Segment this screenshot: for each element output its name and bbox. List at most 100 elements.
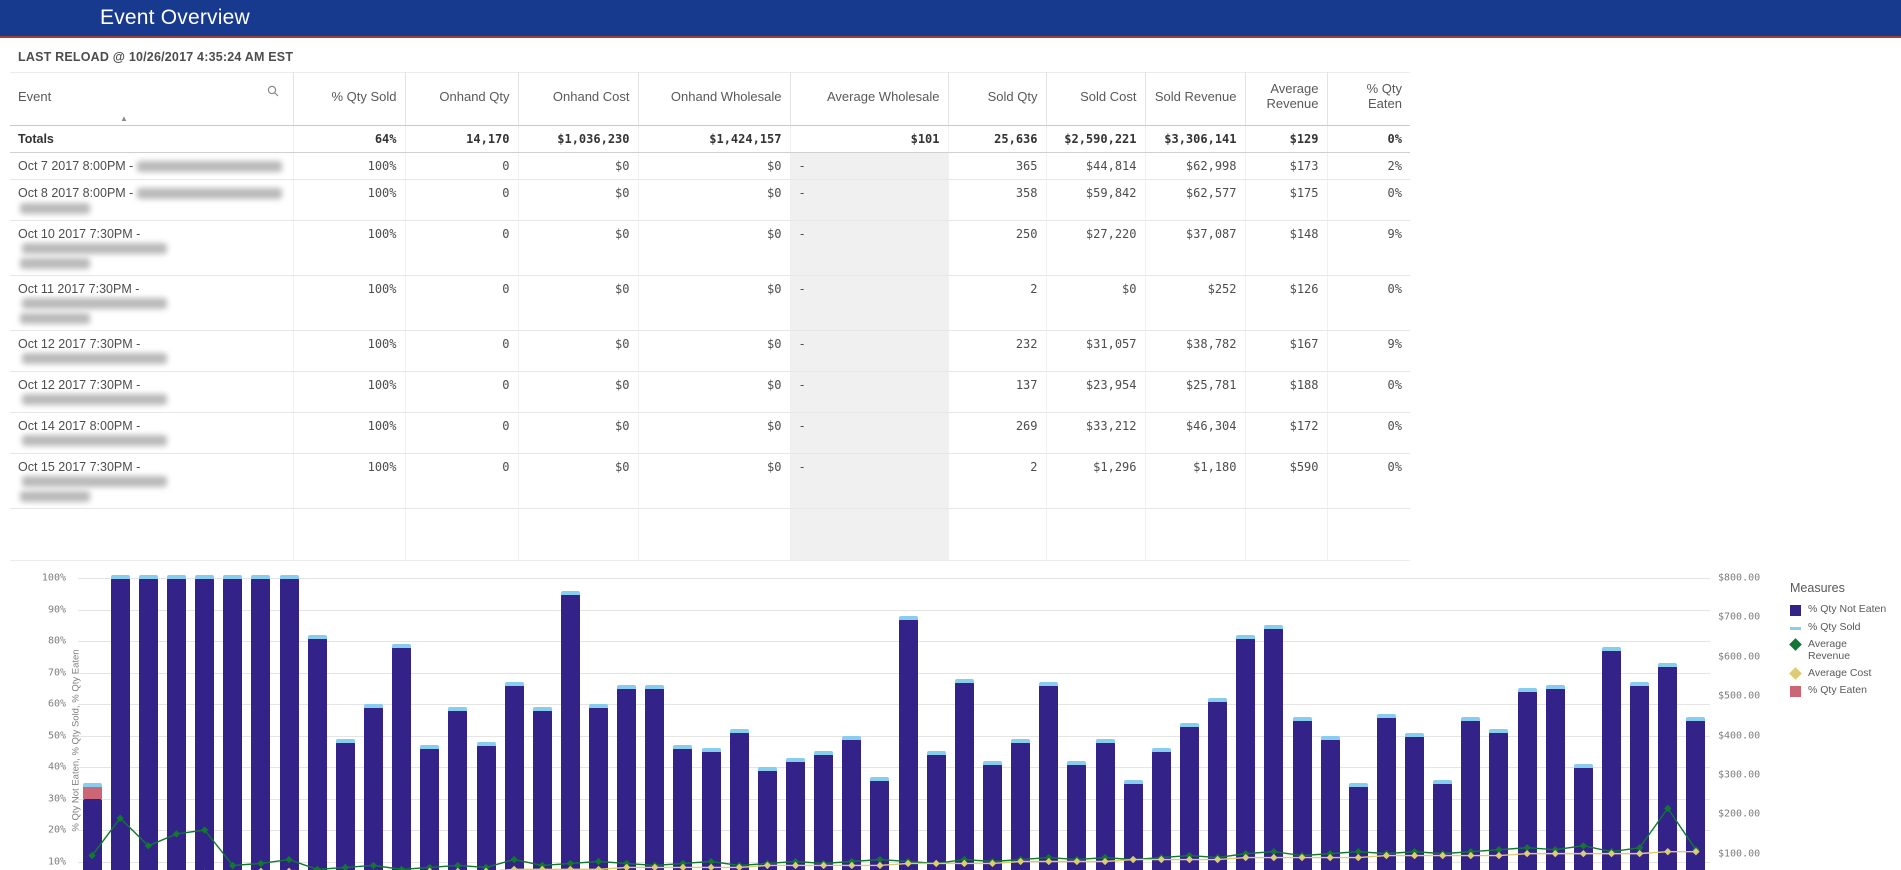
cell-value[interactable]: $0: [518, 180, 638, 221]
cell-value[interactable]: 358: [948, 180, 1046, 221]
average-revenue-line-point[interactable]: [510, 856, 517, 863]
average-cost-line-point[interactable]: [679, 864, 686, 870]
cell-value[interactable]: 2%: [1327, 153, 1410, 180]
average-cost-line-point[interactable]: [510, 866, 517, 870]
cell-value[interactable]: $0: [518, 331, 638, 372]
cell-value[interactable]: 100%: [293, 276, 405, 331]
cell-value[interactable]: $46,304: [1145, 413, 1245, 454]
average-cost-line-point[interactable]: [1664, 848, 1671, 855]
column-header-sold-revenue[interactable]: Sold Revenue: [1145, 73, 1245, 126]
event-cell[interactable]: Oct 14 2017 8:00PM -: [10, 413, 293, 454]
cell-value[interactable]: $172: [1245, 413, 1327, 454]
cell-value[interactable]: 0%: [1327, 413, 1410, 454]
cell-value[interactable]: -: [790, 180, 948, 221]
cell-value[interactable]: $0: [518, 221, 638, 276]
column-header-onhand-wholesale[interactable]: Onhand Wholesale: [638, 73, 790, 126]
cell-value[interactable]: $1,296: [1046, 454, 1145, 509]
cell-value[interactable]: $62,998: [1145, 153, 1245, 180]
event-cell[interactable]: Oct 10 2017 7:30PM -: [10, 221, 293, 276]
column-header-sold-cost[interactable]: Sold Cost: [1046, 73, 1145, 126]
average-revenue-line-point[interactable]: [370, 862, 377, 869]
cell-value[interactable]: $38,782: [1145, 331, 1245, 372]
column-header-onhand-qty[interactable]: Onhand Qty: [405, 73, 518, 126]
average-cost-line-point[interactable]: [1045, 858, 1052, 865]
average-cost-line-point[interactable]: [1552, 850, 1559, 857]
cell-value[interactable]: 137: [948, 372, 1046, 413]
event-cell[interactable]: Oct 11 2017 7:30PM -: [10, 276, 293, 331]
average-cost-line-point[interactable]: [1270, 854, 1277, 861]
average-cost-line-point[interactable]: [623, 864, 630, 870]
cell-value[interactable]: $0: [638, 372, 790, 413]
cell-value[interactable]: $0: [638, 276, 790, 331]
totals-label[interactable]: Totals: [10, 126, 293, 153]
cell-value[interactable]: $148: [1245, 221, 1327, 276]
totals-value[interactable]: $1,424,157: [638, 126, 790, 153]
cell-value[interactable]: $0: [638, 153, 790, 180]
cell-value[interactable]: 0%: [1327, 180, 1410, 221]
totals-value[interactable]: 25,636: [948, 126, 1046, 153]
average-cost-line-point[interactable]: [1580, 850, 1587, 857]
cell-value[interactable]: 100%: [293, 331, 405, 372]
table-row[interactable]: Oct 10 2017 7:30PM -100%0$0$0-250$27,220…: [10, 221, 1410, 276]
cell-value[interactable]: $0: [638, 454, 790, 509]
column-header-average-wholesale[interactable]: Average Wholesale: [790, 73, 948, 126]
legend-item--qty-eaten[interactable]: % Qty Eaten: [1790, 684, 1890, 697]
cell-value[interactable]: 100%: [293, 454, 405, 509]
average-revenue-line-point[interactable]: [342, 864, 349, 870]
average-cost-line-point[interactable]: [1326, 854, 1333, 861]
cell-value[interactable]: 2: [948, 454, 1046, 509]
legend-item-average-revenue[interactable]: Average Revenue: [1790, 638, 1890, 662]
cell-value[interactable]: 100%: [293, 372, 405, 413]
average-cost-line-point[interactable]: [595, 866, 602, 870]
average-cost-line-point[interactable]: [1129, 856, 1136, 863]
cell-value[interactable]: 100%: [293, 153, 405, 180]
cell-value[interactable]: 0: [405, 372, 518, 413]
average-cost-line-point[interactable]: [876, 862, 883, 869]
average-cost-line-point[interactable]: [567, 866, 574, 870]
cell-value[interactable]: $252: [1145, 276, 1245, 331]
column-header-onhand-cost[interactable]: Onhand Cost: [518, 73, 638, 126]
column-header-event[interactable]: Event▲: [10, 73, 293, 126]
cell-value[interactable]: $0: [518, 372, 638, 413]
average-cost-line-point[interactable]: [1242, 854, 1249, 861]
legend-item-average-cost[interactable]: Average Cost: [1790, 667, 1890, 679]
cell-value[interactable]: -: [790, 413, 948, 454]
table-row[interactable]: Oct 12 2017 7:30PM -100%0$0$0-137$23,954…: [10, 372, 1410, 413]
cell-value[interactable]: $0: [638, 331, 790, 372]
table-row[interactable]: Oct 8 2017 8:00PM -100%0$0$0-358$59,842$…: [10, 180, 1410, 221]
column-header--qty-sold[interactable]: % Qty Sold: [293, 73, 405, 126]
cell-value[interactable]: -: [790, 276, 948, 331]
table-row[interactable]: Oct 7 2017 8:00PM -100%0$0$0-365$44,814$…: [10, 153, 1410, 180]
cell-value[interactable]: $0: [638, 180, 790, 221]
cell-value[interactable]: $0: [518, 454, 638, 509]
cell-value[interactable]: -: [790, 153, 948, 180]
cell-value[interactable]: 9%: [1327, 221, 1410, 276]
cell-value[interactable]: $44,814: [1046, 153, 1145, 180]
average-revenue-line-point[interactable]: [173, 830, 180, 837]
event-cell[interactable]: Oct 7 2017 8:00PM -: [10, 153, 293, 180]
average-cost-line-point[interactable]: [1523, 850, 1530, 857]
cell-value[interactable]: 0: [405, 331, 518, 372]
legend-item--qty-not-eaten[interactable]: % Qty Not Eaten: [1790, 603, 1890, 616]
event-cell[interactable]: Oct 12 2017 7:30PM -: [10, 372, 293, 413]
cell-value[interactable]: 100%: [293, 413, 405, 454]
average-revenue-line-point[interactable]: [1580, 842, 1587, 849]
cell-value[interactable]: 0: [405, 454, 518, 509]
cell-value[interactable]: -: [790, 372, 948, 413]
average-cost-line-point[interactable]: [1636, 850, 1643, 857]
cell-value[interactable]: $0: [518, 153, 638, 180]
average-cost-line-point[interactable]: [933, 860, 940, 867]
average-cost-line-point[interactable]: [792, 862, 799, 869]
cell-value[interactable]: -: [790, 454, 948, 509]
cell-value[interactable]: 0: [405, 153, 518, 180]
cell-value[interactable]: 100%: [293, 180, 405, 221]
cell-value[interactable]: 0: [405, 221, 518, 276]
cell-value[interactable]: $37,087: [1145, 221, 1245, 276]
cell-value[interactable]: $27,220: [1046, 221, 1145, 276]
cell-value[interactable]: $175: [1245, 180, 1327, 221]
cell-value[interactable]: 250: [948, 221, 1046, 276]
cell-value[interactable]: 0: [405, 413, 518, 454]
cell-value[interactable]: $590: [1245, 454, 1327, 509]
search-icon[interactable]: [267, 85, 279, 97]
average-revenue-line-point[interactable]: [398, 866, 405, 870]
